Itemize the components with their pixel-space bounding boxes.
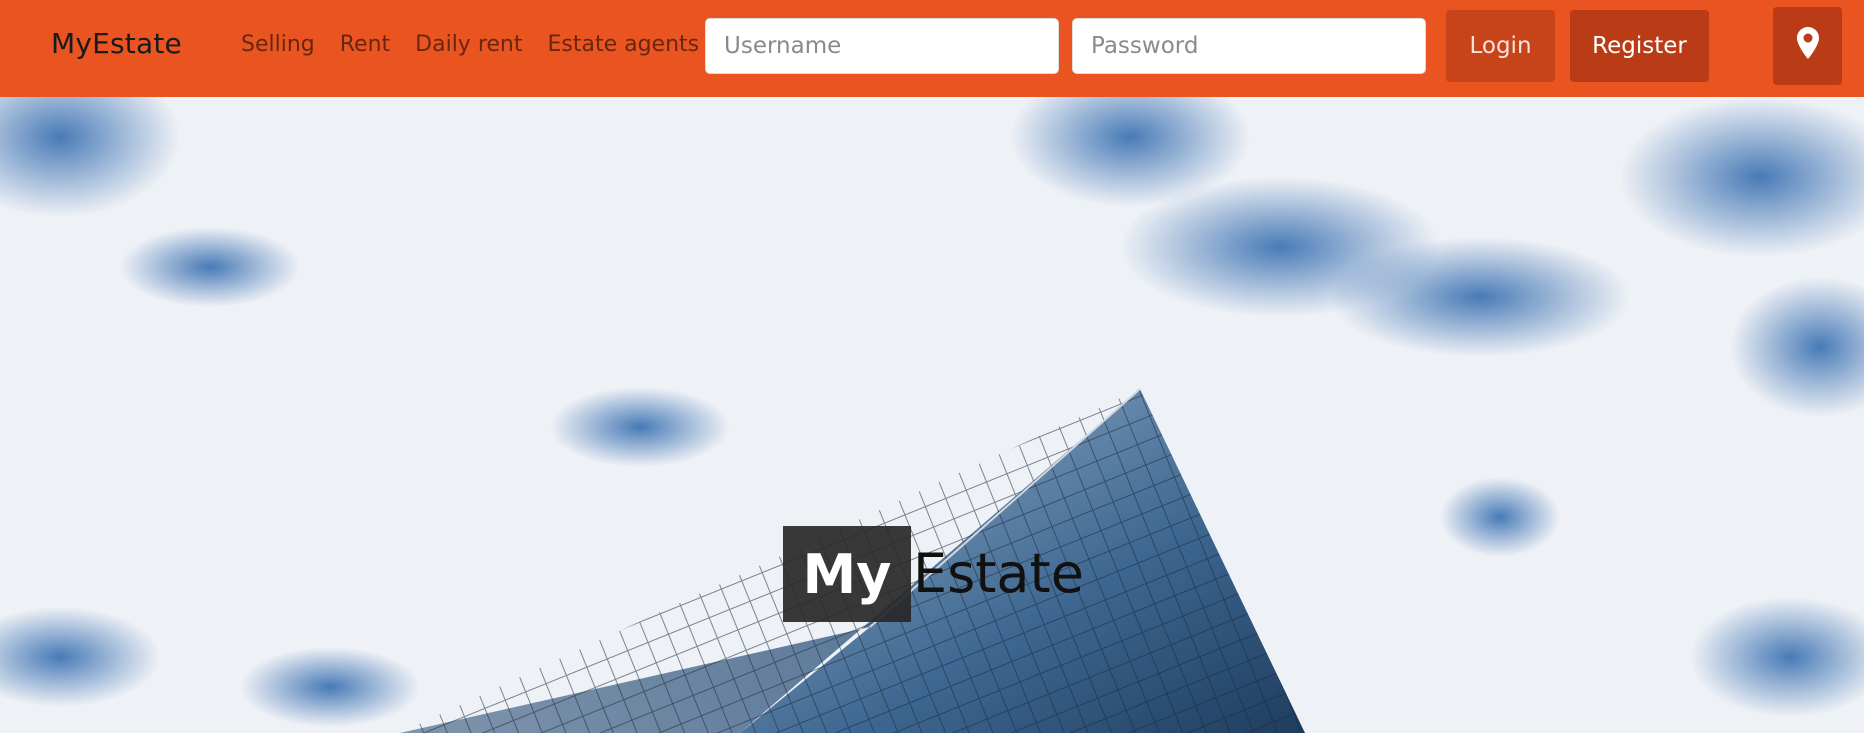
nav-link-rent[interactable]: Rent [340,32,390,57]
map-marker-icon [1796,27,1819,65]
password-input[interactable] [1072,18,1426,74]
top-navbar: MyEstate Selling Rent Daily rent Estate … [0,0,1864,97]
nav-link-daily-rent[interactable]: Daily rent [415,32,522,57]
nav-link-selling[interactable]: Selling [241,32,315,57]
hero-banner: My Estate [0,97,1864,733]
brand-logo-link[interactable]: MyEstate [51,27,182,60]
hero-title-my: My [783,526,911,622]
location-button[interactable] [1773,7,1842,85]
nav-link-estate-agents[interactable]: Estate agents [547,32,699,57]
hero-background-image [0,97,1864,733]
hero-title: My Estate [783,526,1084,622]
login-button[interactable]: Login [1446,10,1555,82]
nav-links: Selling Rent Daily rent Estate agents [241,32,699,57]
username-input[interactable] [705,18,1059,74]
hero-title-estate: Estate [913,542,1084,605]
register-button[interactable]: Register [1570,10,1709,82]
